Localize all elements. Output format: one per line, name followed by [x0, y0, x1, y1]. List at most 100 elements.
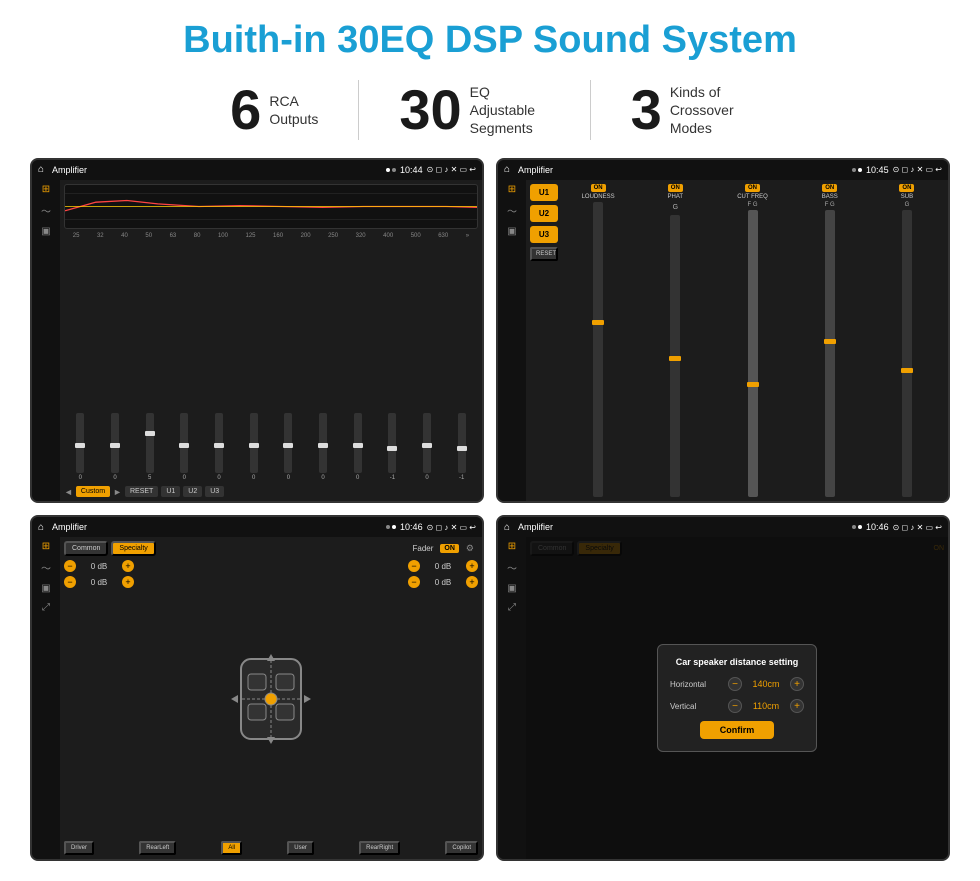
eq-thumb-9[interactable]: [387, 446, 397, 451]
cutfreq-thumb[interactable]: [747, 382, 759, 387]
dialog-vertical-minus[interactable]: −: [728, 699, 742, 713]
fader-rearleft-btn[interactable]: RearLeft: [139, 841, 176, 855]
eq-thumb-0[interactable]: [75, 443, 85, 448]
stats-row: 6 RCAOutputs 30 EQ AdjustableSegments 3 …: [30, 80, 950, 140]
eq-u1-btn[interactable]: U1: [161, 486, 180, 497]
bass-slider[interactable]: [825, 210, 835, 498]
wave-icon[interactable]: 〜: [41, 203, 51, 218]
eq-u2-btn[interactable]: U2: [183, 486, 202, 497]
fader-minus-2[interactable]: −: [64, 576, 76, 588]
eq-thumb-5[interactable]: [249, 443, 259, 448]
eq-thumb-8[interactable]: [353, 443, 363, 448]
speaker-icon[interactable]: ▣: [41, 226, 50, 237]
fader-user-btn[interactable]: User: [287, 841, 314, 855]
sub-slider[interactable]: [902, 210, 912, 498]
eq-track-10[interactable]: [423, 413, 431, 473]
fader-plus-4[interactable]: +: [466, 576, 478, 588]
eq-track-8[interactable]: [354, 413, 362, 473]
wave-icon-4[interactable]: 〜: [507, 560, 517, 575]
bass-on[interactable]: ON: [822, 184, 837, 192]
u3-button[interactable]: U3: [530, 226, 558, 243]
eq-thumb-2[interactable]: [145, 431, 155, 436]
phat-slider[interactable]: [670, 215, 680, 498]
time-4: 10:46: [866, 522, 889, 532]
eq-val-9: -1: [390, 475, 395, 481]
fader-common-btn[interactable]: Common: [64, 541, 108, 556]
eq-slider-2: 5: [133, 413, 166, 481]
fader-on-btn[interactable]: ON: [440, 544, 459, 553]
dialog-horizontal-minus[interactable]: −: [728, 677, 742, 691]
sub-thumb[interactable]: [901, 368, 913, 373]
eq-label-400: 400: [383, 233, 393, 239]
fader-rearright-btn[interactable]: RearRight: [359, 841, 400, 855]
status-icons-1: ⊙ ◻ ♪ ✕ ▭ ↩: [427, 165, 476, 174]
eq-thumb-3[interactable]: [179, 443, 189, 448]
phat-on[interactable]: ON: [668, 184, 683, 192]
fader-db-val-2: 0 dB: [78, 578, 120, 587]
u2-button[interactable]: U2: [530, 205, 558, 222]
loudness-slider[interactable]: [593, 202, 603, 498]
fader-minus-4[interactable]: −: [408, 576, 420, 588]
eq-icon-3[interactable]: ⊞: [42, 541, 50, 552]
loudness-on[interactable]: ON: [591, 184, 606, 192]
expand-icon-3[interactable]: ⤢: [42, 602, 50, 613]
speaker-icon-3[interactable]: ▣: [41, 583, 50, 594]
speaker-icon-4[interactable]: ▣: [507, 583, 516, 594]
eq-track-11[interactable]: [458, 413, 466, 473]
eq-thumb-7[interactable]: [318, 443, 328, 448]
sub-on[interactable]: ON: [899, 184, 914, 192]
fader-minus-3[interactable]: −: [408, 560, 420, 572]
amp2-reset-btn[interactable]: RESET: [530, 247, 558, 261]
cutfreq-slider[interactable]: [748, 210, 758, 498]
cutfreq-on[interactable]: ON: [745, 184, 760, 192]
speaker-icon-2[interactable]: ▣: [507, 226, 516, 237]
eq-thumb-1[interactable]: [110, 443, 120, 448]
dialog-horizontal-label: Horizontal: [670, 680, 706, 689]
eq-thumb-10[interactable]: [422, 443, 432, 448]
eq-icon-2[interactable]: ⊞: [508, 184, 516, 195]
fader-driver-btn[interactable]: Driver: [64, 841, 94, 855]
eq-thumb-4[interactable]: [214, 443, 224, 448]
fader-minus-1[interactable]: −: [64, 560, 76, 572]
loudness-thumb[interactable]: [592, 320, 604, 325]
eq-reset-btn[interactable]: RESET: [125, 486, 158, 497]
fader-copilot-btn[interactable]: Copilot: [445, 841, 478, 855]
eq-thumb-6[interactable]: [283, 443, 293, 448]
screen-sidebar-2: ⊞ 〜 ▣: [498, 180, 526, 502]
phat-thumb[interactable]: [669, 356, 681, 361]
fader-all-btn[interactable]: All: [221, 841, 242, 855]
eq-track-6[interactable]: [284, 413, 292, 473]
screen-dialog: ⌂ Amplifier 10:46 ⊙ ◻ ♪ ✕ ▭ ↩ ⊞ 〜 ▣ ⤢: [496, 515, 950, 861]
eq-track-2[interactable]: [146, 413, 154, 473]
eq-track-0[interactable]: [76, 413, 84, 473]
eq-track-5[interactable]: [250, 413, 258, 473]
eq-track-3[interactable]: [180, 413, 188, 473]
expand-icon-4[interactable]: ⤢: [508, 602, 516, 613]
eq-icon[interactable]: ⊞: [42, 184, 50, 195]
eq-track-9[interactable]: [388, 413, 396, 473]
screen-content-2: ⊞ 〜 ▣ U1 U2 U3 RESET: [498, 180, 948, 502]
eq-icon-4[interactable]: ⊞: [508, 541, 516, 552]
eq-track-4[interactable]: [215, 413, 223, 473]
dialog-horizontal-plus[interactable]: +: [790, 677, 804, 691]
eq-slider-6: 0: [272, 413, 305, 481]
eq-custom-btn[interactable]: Custom: [76, 486, 110, 497]
bass-thumb[interactable]: [824, 339, 836, 344]
eq-prev-arrow[interactable]: ◄: [64, 487, 73, 497]
eq-thumb-11[interactable]: [457, 446, 467, 451]
fader-plus-3[interactable]: +: [466, 560, 478, 572]
wave-icon-3[interactable]: 〜: [41, 560, 51, 575]
app-title-4: Amplifier: [518, 522, 848, 532]
dialog-vertical-plus[interactable]: +: [790, 699, 804, 713]
wave-icon-2[interactable]: 〜: [507, 203, 517, 218]
eq-u3-btn[interactable]: U3: [205, 486, 224, 497]
eq-track-7[interactable]: [319, 413, 327, 473]
dialog-confirm-button[interactable]: Confirm: [700, 721, 775, 739]
u1-button[interactable]: U1: [530, 184, 558, 201]
fader-plus-2[interactable]: +: [122, 576, 134, 588]
eq-label-40: 40: [121, 233, 128, 239]
fader-plus-1[interactable]: +: [122, 560, 134, 572]
fader-specialty-btn[interactable]: Specialty: [111, 541, 155, 556]
eq-next-arrow[interactable]: ►: [113, 487, 122, 497]
eq-track-1[interactable]: [111, 413, 119, 473]
